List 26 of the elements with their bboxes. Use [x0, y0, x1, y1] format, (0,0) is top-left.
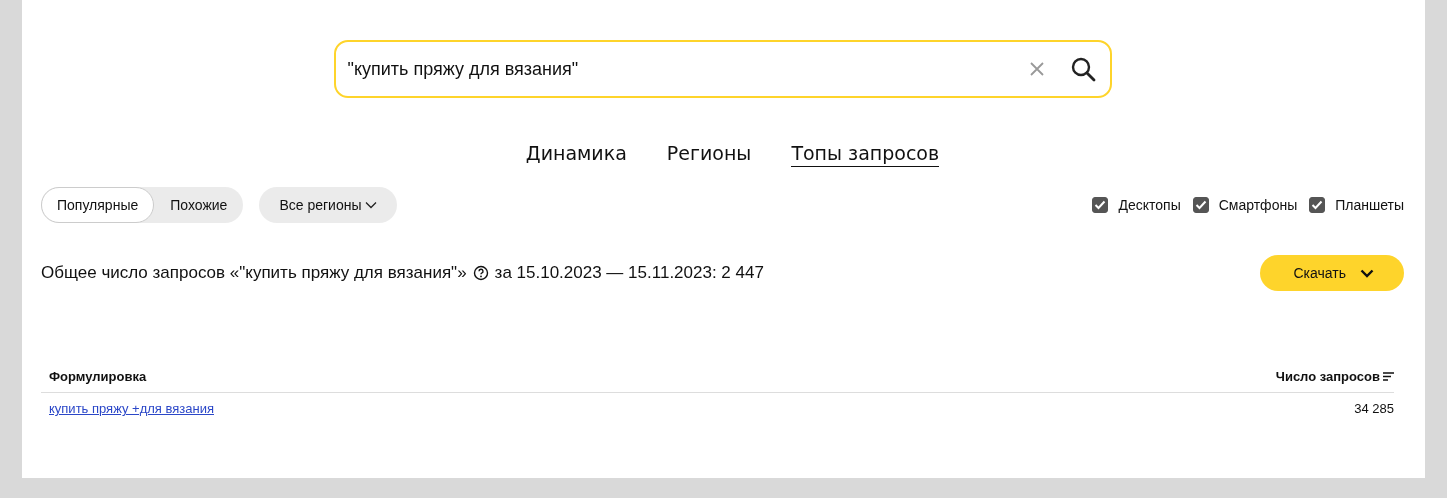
checkbox-label[interactable]: Планшеты: [1335, 197, 1404, 213]
checkbox-label[interactable]: Десктопы: [1118, 197, 1181, 213]
checkbox[interactable]: [1309, 197, 1326, 213]
download-button[interactable]: Скачать: [1259, 255, 1404, 291]
checkbox-label[interactable]: Смартфоны: [1218, 197, 1298, 213]
search-icon: [1069, 56, 1096, 82]
summary-text: за 15.10.2023 — 15.11.2023: 2 447: [494, 263, 764, 283]
checkbox[interactable]: [1092, 197, 1109, 213]
checkbox[interactable]: [1192, 197, 1209, 213]
close-icon: [1027, 60, 1046, 78]
help-icon: [472, 265, 489, 281]
region-dropdown[interactable]: Все регионы: [259, 187, 398, 223]
tab[interactable]: Регионы: [666, 142, 752, 167]
chevron-down-icon: [1360, 268, 1374, 278]
table-cell: 34 285: [1354, 401, 1394, 416]
segment-button[interactable]: Похожие: [154, 187, 244, 223]
search-field[interactable]: "купить пряжу для вязания": [333, 40, 1112, 98]
sort-icon: [1383, 372, 1394, 381]
tab[interactable]: Топы запросов: [791, 142, 940, 167]
tab[interactable]: Динамика: [525, 142, 627, 167]
column-header[interactable]: Число запросов: [1275, 369, 1394, 384]
summary-text: Общее число запросов «"купить пряжу для вязания"»: [41, 263, 467, 283]
query-link[interactable]: купить пряжу +для вязания: [49, 401, 214, 416]
column-header: Формулировка: [49, 369, 147, 384]
chevron-down-icon: [365, 201, 378, 209]
segment-button[interactable]: Популярные: [41, 187, 155, 223]
